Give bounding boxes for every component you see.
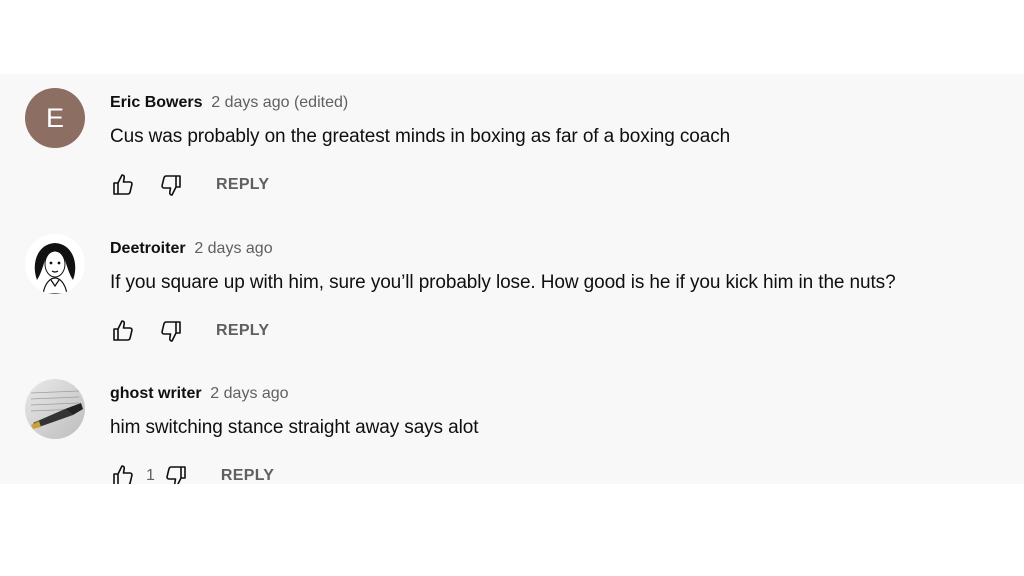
comment-text: Cus was probably on the greatest minds i… bbox=[110, 126, 731, 147]
reply-button[interactable]: REPLY bbox=[216, 322, 269, 340]
author-name[interactable]: ghost writer bbox=[110, 385, 202, 402]
author-name[interactable]: Eric Bowers bbox=[110, 94, 202, 111]
comment-timestamp[interactable]: 2 days ago bbox=[210, 385, 288, 402]
comment-thread: Deetroiter 2 days ago If you square up w… bbox=[0, 234, 1024, 374]
comment-text: him switching stance straight away says … bbox=[110, 417, 479, 438]
thumbs-down-icon[interactable] bbox=[163, 463, 189, 484]
comment-timestamp[interactable]: 2 days ago bbox=[194, 240, 272, 257]
author-name[interactable]: Deetroiter bbox=[110, 240, 186, 257]
avatar[interactable]: E bbox=[25, 88, 85, 148]
comment-thread: E Eric Bowers 2 days ago (edited) Cus wa… bbox=[0, 88, 1024, 228]
comment-actions: REPLY bbox=[110, 172, 269, 198]
thumbs-up-icon[interactable] bbox=[110, 463, 136, 484]
avatar[interactable] bbox=[25, 234, 85, 294]
comment-header: Eric Bowers 2 days ago (edited) bbox=[110, 92, 348, 112]
comment-text: If you square up with him, sure you’ll p… bbox=[110, 272, 896, 293]
avatar[interactable] bbox=[25, 379, 85, 439]
comment-actions: REPLY bbox=[110, 318, 269, 344]
reply-button[interactable]: REPLY bbox=[216, 176, 269, 194]
comment-header: ghost writer 2 days ago bbox=[110, 383, 289, 403]
reply-button[interactable]: REPLY bbox=[221, 467, 274, 484]
thumbs-up-icon[interactable] bbox=[110, 172, 136, 198]
like-count: 1 bbox=[146, 467, 155, 484]
comment-thread: ghost writer 2 days ago him switching st… bbox=[0, 379, 1024, 484]
comment-actions: 1 REPLY bbox=[110, 463, 274, 484]
thumbs-down-icon[interactable] bbox=[158, 318, 184, 344]
comment-header: Deetroiter 2 days ago bbox=[110, 238, 273, 258]
comment-timestamp[interactable]: 2 days ago (edited) bbox=[211, 94, 348, 111]
thumbs-down-icon[interactable] bbox=[158, 172, 184, 198]
comments-section: E Eric Bowers 2 days ago (edited) Cus wa… bbox=[0, 74, 1024, 484]
thumbs-up-icon[interactable] bbox=[110, 318, 136, 344]
